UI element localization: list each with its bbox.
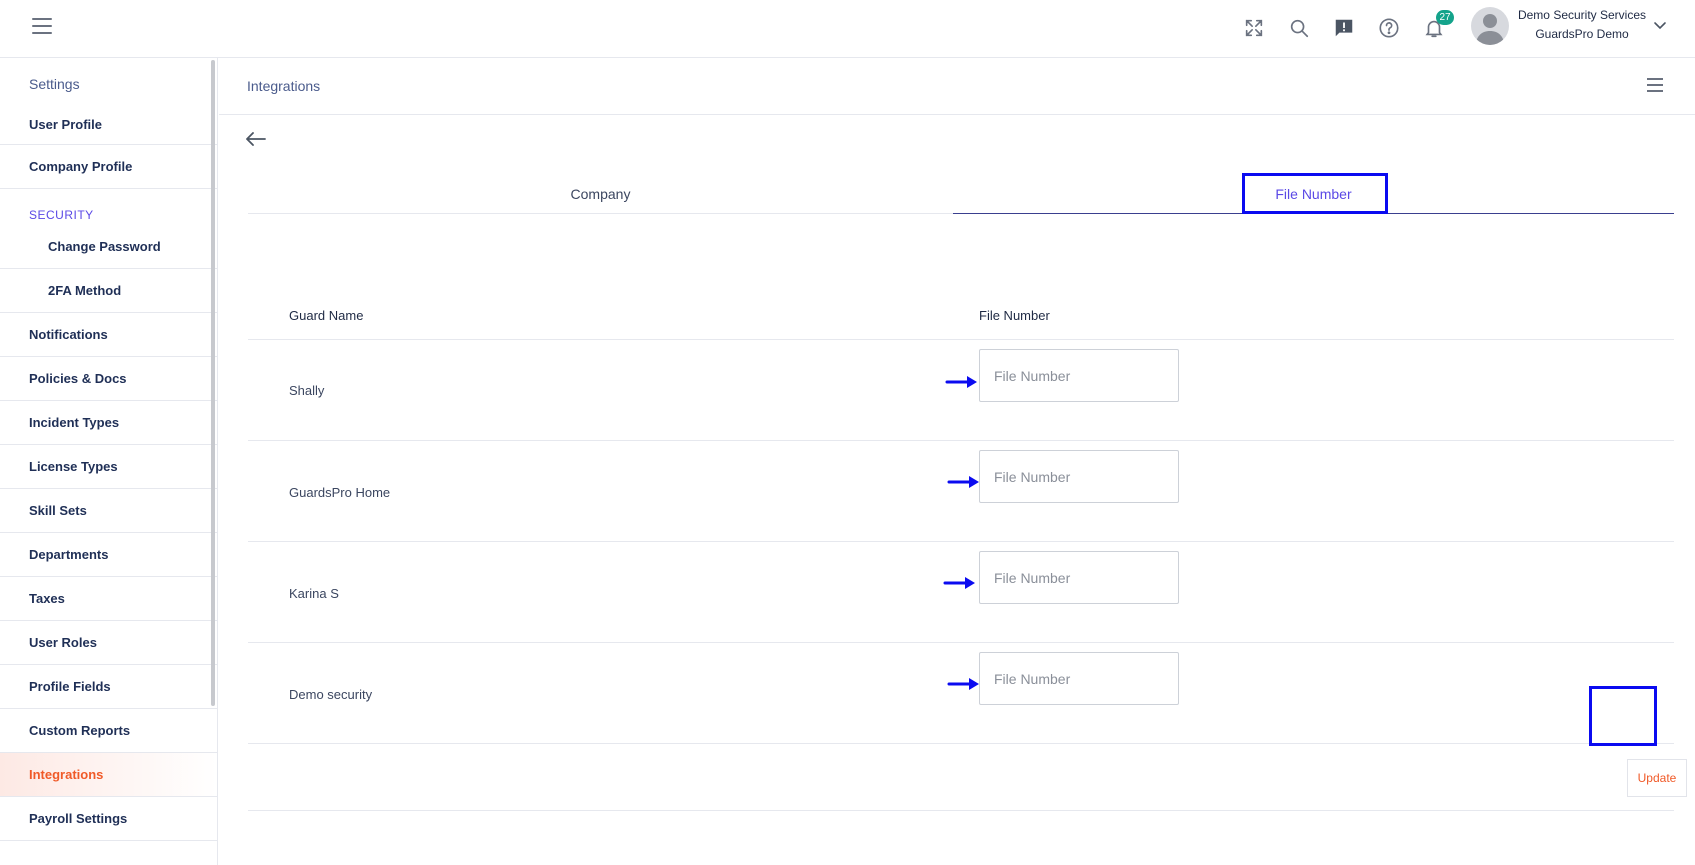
sidebar-item-custom-reports[interactable]: Custom Reports — [0, 709, 217, 753]
guard-name: GuardsPro Home — [289, 485, 391, 500]
table-row: Karina S — [248, 542, 1674, 643]
annotation-arrow — [947, 678, 979, 690]
table-row: GuardsPro Home — [248, 441, 1674, 542]
annotation-arrow — [947, 476, 979, 488]
file-number-input[interactable] — [979, 652, 1179, 705]
column-header-file-number: File Number — [979, 308, 1050, 323]
sidebar-item-notifications[interactable]: Notifications — [0, 313, 217, 357]
top-bar: 27 Demo Security Services GuardsPro Demo — [0, 0, 1695, 58]
guard-name: Shally — [289, 383, 325, 398]
table-header: Guard Name File Number — [248, 294, 1674, 340]
guard-name: Karina S — [289, 586, 339, 601]
sidebar-item-license-types[interactable]: License Types — [0, 445, 217, 489]
annotation-arrow — [945, 376, 977, 388]
page-menu-icon[interactable] — [1647, 78, 1663, 92]
sidebar-item-policies-docs[interactable]: Policies & Docs — [0, 357, 217, 401]
guard-name: Demo security — [289, 687, 373, 702]
bell-icon[interactable]: 27 — [1420, 10, 1454, 42]
sidebar-item-2fa-method[interactable]: 2FA Method — [0, 269, 217, 313]
user-menu[interactable]: Demo Security Services GuardsPro Demo — [1512, 8, 1652, 42]
sidebar-item-payroll-settings[interactable]: Payroll Settings — [0, 797, 217, 841]
hamburger-menu-icon[interactable] — [32, 18, 52, 36]
column-header-guard-name: Guard Name — [289, 308, 364, 323]
sidebar-item-user-roles[interactable]: User Roles — [0, 621, 217, 665]
notification-badge: 27 — [1436, 10, 1454, 25]
sidebar-title: Settings — [29, 76, 80, 92]
main-content: Integrations Company File Number Guard N… — [219, 58, 1695, 865]
annotation-arrow — [943, 577, 975, 589]
page-header: Integrations — [219, 58, 1695, 115]
table-footer: Update — [248, 742, 1687, 811]
tab-file-number[interactable]: File Number — [953, 176, 1674, 214]
sidebar-item-change-password[interactable]: Change Password — [0, 225, 217, 269]
settings-sidebar: Settings User Profile Company Profile SE… — [0, 58, 218, 865]
sidebar-item-integrations[interactable]: Integrations — [0, 753, 217, 797]
back-arrow-icon[interactable] — [245, 130, 267, 148]
sidebar-scrollbar[interactable] — [211, 60, 215, 706]
search-icon[interactable] — [1285, 14, 1313, 42]
sidebar-item-departments[interactable]: Departments — [0, 533, 217, 577]
sidebar-section-security: SECURITY — [29, 208, 94, 222]
file-number-input[interactable] — [979, 551, 1179, 604]
update-button[interactable]: Update — [1627, 759, 1687, 797]
avatar[interactable] — [1471, 7, 1509, 45]
top-icons-group: 27 — [1240, 10, 1465, 42]
sidebar-item-company-profile[interactable]: Company Profile — [0, 145, 217, 189]
tab-company[interactable]: Company — [248, 176, 953, 214]
user-company-name: Demo Security Services — [1517, 8, 1647, 22]
file-number-input[interactable] — [979, 349, 1179, 402]
sidebar-item-profile-fields[interactable]: Profile Fields — [0, 665, 217, 709]
fullscreen-icon[interactable] — [1240, 14, 1268, 42]
sidebar-item-taxes[interactable]: Taxes — [0, 577, 217, 621]
help-icon[interactable] — [1375, 14, 1403, 42]
page-title: Integrations — [247, 78, 321, 94]
table-row: Demo security — [248, 643, 1674, 744]
feedback-icon[interactable] — [1330, 14, 1358, 42]
file-number-input[interactable] — [979, 450, 1179, 503]
user-account-name: GuardsPro Demo — [1535, 27, 1629, 41]
sidebar-item-skill-sets[interactable]: Skill Sets — [0, 489, 217, 533]
integration-tabs: Company File Number — [248, 176, 1674, 214]
table-row: Shally — [248, 340, 1674, 441]
chevron-down-icon[interactable] — [1653, 18, 1667, 32]
sidebar-item-incident-types[interactable]: Incident Types — [0, 401, 217, 445]
sidebar-item-user-profile[interactable]: User Profile — [0, 110, 217, 145]
